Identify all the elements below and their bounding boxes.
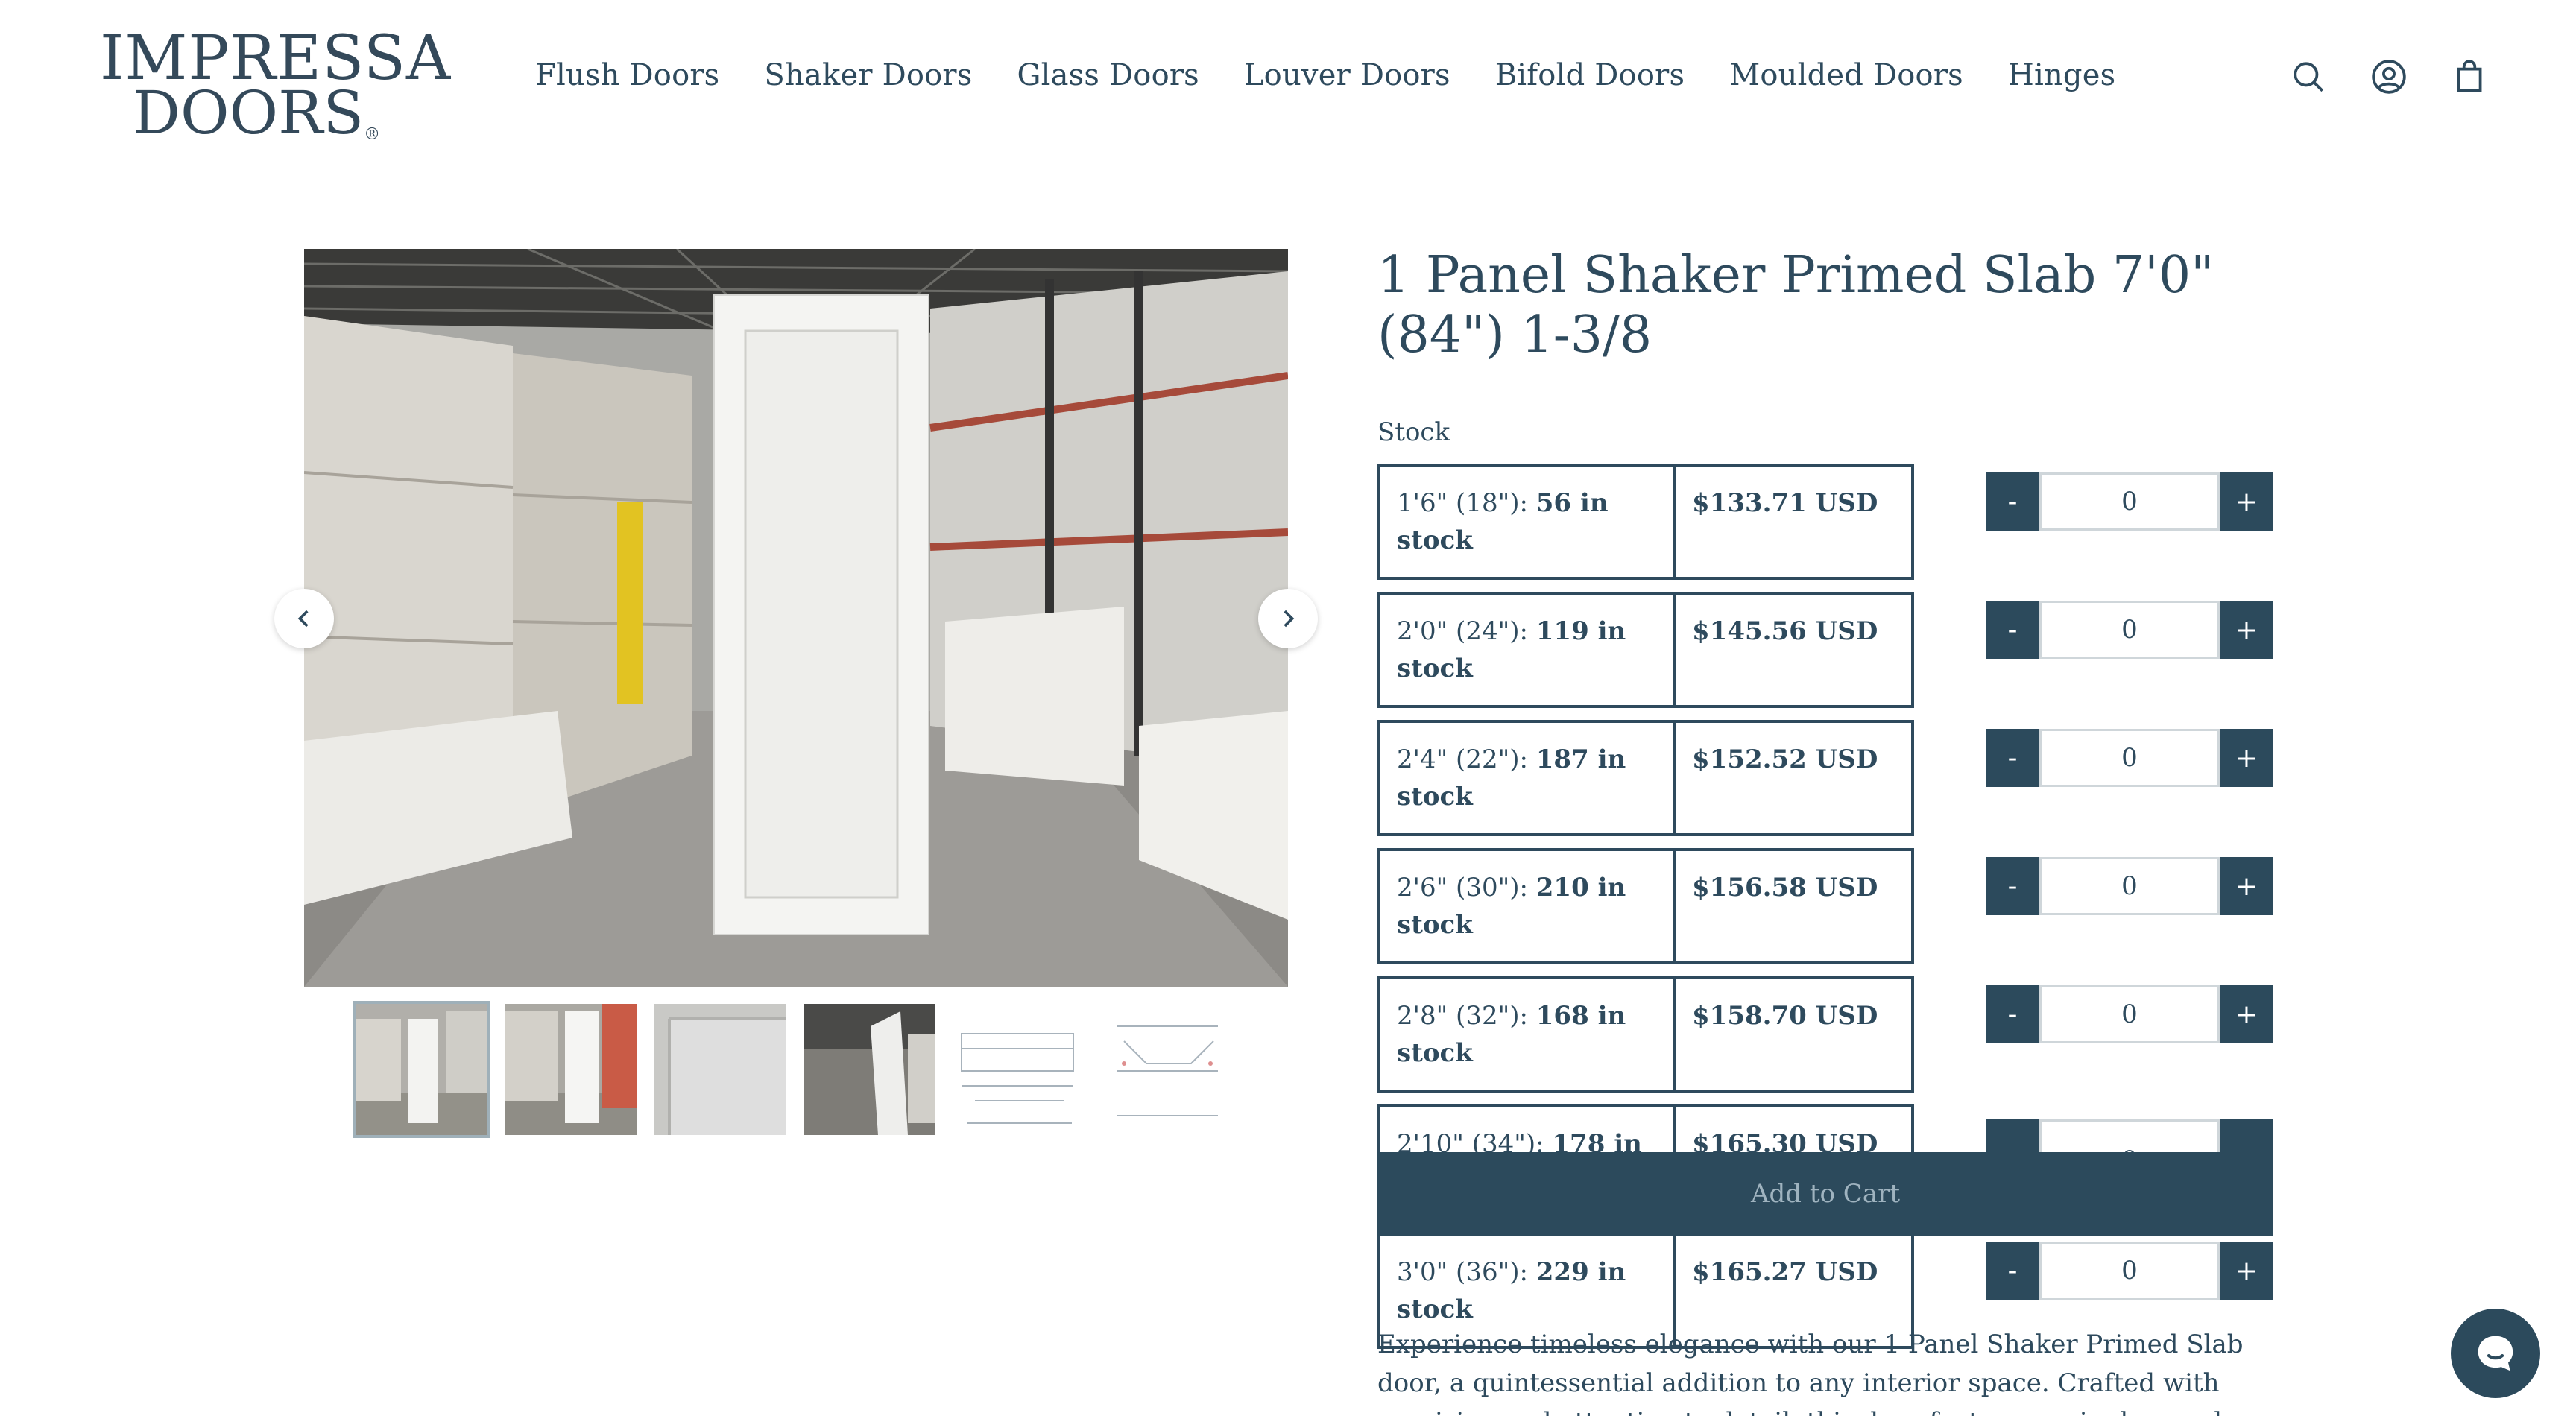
decrease-button[interactable]: - [1986,1242,2039,1300]
decrease-button[interactable]: - [1986,985,2039,1043]
quantity-stepper: - + [1986,985,2273,1043]
variant-info: 2'0" (24"): 119 in stock $145.56 USD [1377,592,1914,708]
nav-hinges[interactable]: Hinges [2008,58,2115,92]
thumbnail-3[interactable] [654,1004,786,1135]
nav-moulded-doors[interactable]: Moulded Doors [1729,58,1963,92]
quantity-input[interactable] [2039,857,2220,915]
quantity-stepper: - + [1986,1242,2273,1300]
product-description: Experience timeless elegance with our 1 … [1377,1330,2244,1416]
quantity-input[interactable] [2039,1242,2220,1300]
nav-flush-doors[interactable]: Flush Doors [535,58,719,92]
site-header: IMPRESSA DOORS® Flush Doors Shaker Doors… [0,0,2576,157]
nav-bifold-doors[interactable]: Bifold Doors [1495,58,1685,92]
quantity-input[interactable] [2039,601,2220,659]
decrease-button[interactable]: - [1986,601,2039,659]
variant-label: 2'0" (24"): 119 in stock [1380,595,1676,705]
product-title: 1 Panel Shaker Primed Slab 7'0" (84") 1-… [1377,246,2214,364]
quantity-input[interactable] [2039,472,2220,531]
gallery-prev-button[interactable] [274,589,334,648]
variant-info: 1'6" (18"): 56 in stock $133.71 USD [1377,464,1914,580]
increase-button[interactable]: + [2220,857,2273,915]
variant-price: $145.56 USD [1692,616,1878,646]
search-icon[interactable] [2290,58,2327,95]
thumbnail-strip [353,1001,1233,1138]
chevron-left-icon [297,610,309,628]
increase-button[interactable]: + [2220,601,2273,659]
variant-price: $133.71 USD [1692,488,1878,518]
account-icon[interactable] [2370,58,2408,95]
chat-bubble-icon [2478,1336,2513,1371]
decrease-button[interactable]: - [1986,472,2039,531]
variant-info: 2'4" (22"): 187 in stock $152.52 USD [1377,720,1914,836]
quantity-stepper: - + [1986,729,2273,787]
thumbnail-1[interactable] [353,1001,490,1138]
increase-button[interactable]: + [2220,729,2273,787]
variant-row: 2'6" (30"): 210 in stock $156.58 USD - + [1377,848,2273,964]
thumbnail-4[interactable] [804,1004,935,1135]
variant-price: $156.58 USD [1692,873,1878,903]
variant-info: 2'6" (30"): 210 in stock $156.58 USD [1377,848,1914,964]
main-nav: Flush Doors Shaker Doors Glass Doors Lou… [535,58,2160,92]
variant-row: 2'4" (22"): 187 in stock $152.52 USD - + [1377,720,2273,836]
quantity-stepper: - + [1986,857,2273,915]
header-actions [2290,58,2488,95]
decrease-button[interactable]: - [1986,729,2039,787]
stock-label: Stock [1377,417,1450,447]
decrease-button[interactable]: - [1986,857,2039,915]
nav-louver-doors[interactable]: Louver Doors [1244,58,1450,92]
variant-price: $158.70 USD [1692,1001,1878,1031]
nav-glass-doors[interactable]: Glass Doors [1017,58,1199,92]
add-to-cart-button[interactable]: Add to Cart [1377,1152,2273,1236]
variant-price: $152.52 USD [1692,745,1878,774]
variant-label: 1'6" (18"): 56 in stock [1380,467,1676,577]
increase-button[interactable]: + [2220,472,2273,531]
quantity-input[interactable] [2039,729,2220,787]
variant-label: 2'6" (30"): 210 in stock [1380,851,1676,961]
variant-label: 2'8" (32"): 168 in stock [1380,979,1676,1090]
quantity-stepper: - + [1986,472,2273,531]
brand-logo[interactable]: IMPRESSA DOORS® [100,28,450,143]
gallery-next-button[interactable] [1258,589,1318,648]
thumbnail-2[interactable] [505,1004,637,1135]
quantity-stepper: - + [1986,601,2273,659]
chat-button[interactable] [2451,1309,2540,1398]
logo-line-2: DOORS® [132,78,381,148]
increase-button[interactable]: + [2220,1242,2273,1300]
variant-info: 2'8" (32"): 168 in stock $158.70 USD [1377,976,1914,1093]
chevron-right-icon [1284,610,1295,628]
increase-button[interactable]: + [2220,985,2273,1043]
variant-row: 1'6" (18"): 56 in stock $133.71 USD - + [1377,464,2273,580]
variant-row: 2'8" (32"): 168 in stock $158.70 USD - + [1377,976,2273,1093]
quantity-input[interactable] [2039,985,2220,1043]
product-main-image[interactable] [304,249,1288,987]
thumbnail-5[interactable] [953,1004,1084,1135]
variant-row: 2'0" (24"): 119 in stock $145.56 USD - + [1377,592,2273,708]
nav-shaker-doors[interactable]: Shaker Doors [764,58,972,92]
variant-label: 2'4" (22"): 187 in stock [1380,723,1676,833]
thumbnail-6[interactable] [1102,1004,1233,1135]
cart-icon[interactable] [2451,58,2488,95]
